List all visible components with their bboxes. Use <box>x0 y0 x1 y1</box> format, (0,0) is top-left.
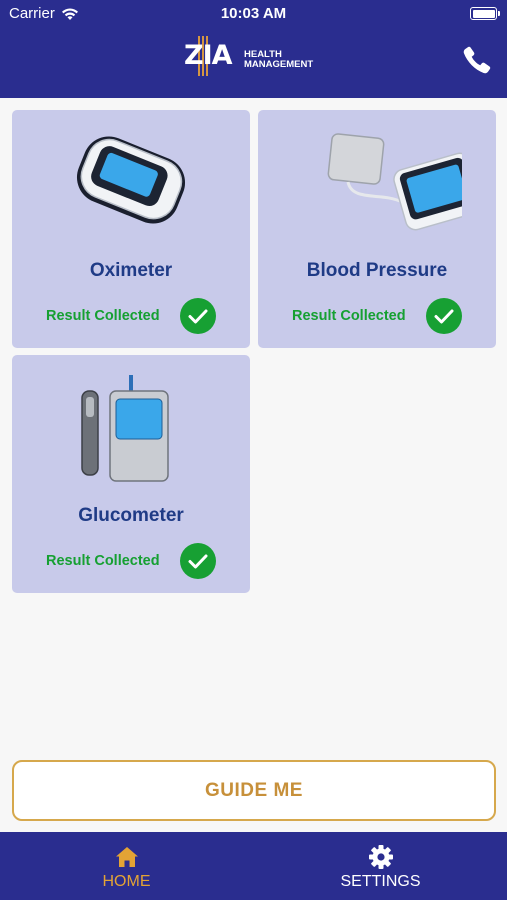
glucometer-image <box>81 375 169 482</box>
logo-mark: ZIA <box>184 40 233 71</box>
tab-bar: HOME SETTINGS <box>0 832 507 900</box>
clock: 10:03 AM <box>220 5 287 22</box>
tab-label: SETTINGS <box>340 873 421 890</box>
logo-line-2: MANAGEMENT <box>244 59 314 70</box>
battery-icon <box>470 7 500 20</box>
check-icon <box>180 298 216 334</box>
device-name: Blood Pressure <box>306 260 448 281</box>
device-name: Oximeter <box>89 260 173 281</box>
tab-settings[interactable]: SETTINGS <box>254 832 507 900</box>
check-icon <box>426 298 462 334</box>
result-status: Result Collected <box>292 308 406 324</box>
device-name: Glucometer <box>78 505 184 526</box>
result-status: Result Collected <box>46 308 160 324</box>
tab-home[interactable]: HOME <box>0 832 253 900</box>
device-card-oximeter[interactable]: Oximeter Result Collected <box>12 110 250 348</box>
call-button[interactable] <box>461 44 493 76</box>
result-status: Result Collected <box>46 553 160 569</box>
device-card-glucometer[interactable]: Glucometer Result Collected <box>12 355 250 593</box>
status-bar: Carrier 10:03 AM <box>0 0 507 28</box>
logo-text: HEALTH MANAGEMENT <box>244 50 313 70</box>
app-logo: ZIA HEALTH MANAGEMENT <box>184 36 314 84</box>
tab-label: HOME <box>102 873 151 890</box>
check-icon <box>180 543 216 579</box>
pulse-oximeter-image <box>76 136 186 224</box>
home-icon <box>115 847 138 867</box>
blood-pressure-monitor-image <box>327 133 462 231</box>
phone-icon <box>463 46 491 74</box>
guide-me-button[interactable]: GUIDE ME <box>12 760 496 821</box>
device-card-blood-pressure[interactable]: Blood Pressure Result Collected <box>258 110 496 348</box>
app-header: Carrier 10:03 AM ZIA HEALTH MANAGEMENT <box>0 0 507 98</box>
gear-icon <box>368 845 393 869</box>
